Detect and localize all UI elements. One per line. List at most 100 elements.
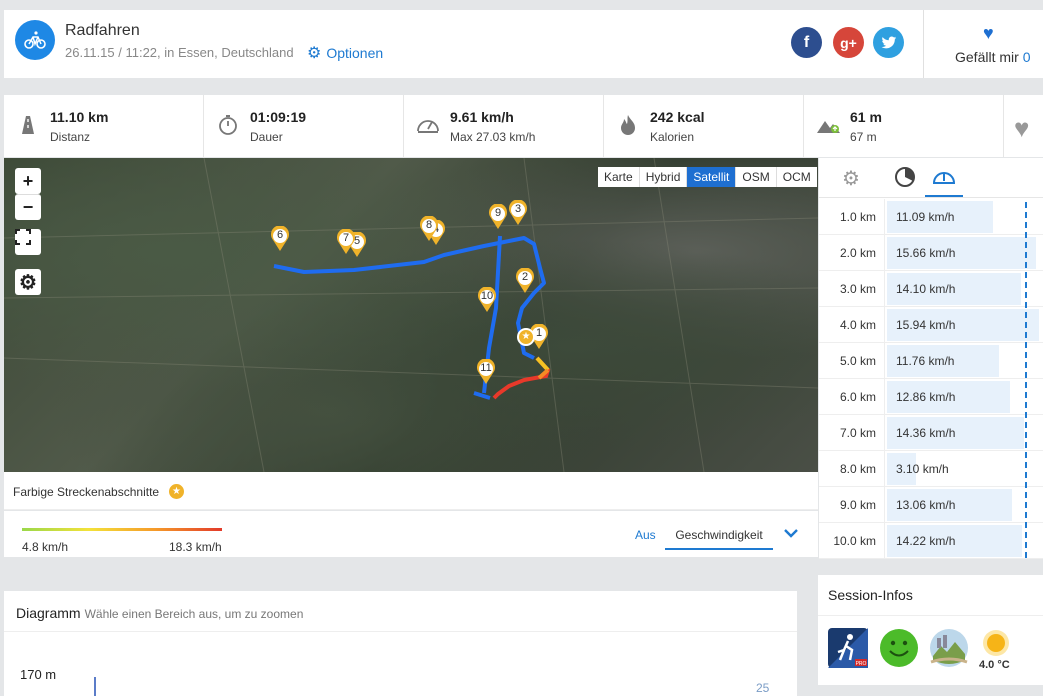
route-map[interactable]: 1234567891011 ★ + − ⚙ Karte Hybrid Satel… <box>4 158 818 472</box>
splits-tabs: ⚙ <box>819 158 1043 198</box>
pace-tab-icon[interactable] <box>894 166 916 194</box>
split-row[interactable]: 8.0 km 3.10 km/h <box>819 451 1043 487</box>
facebook-share-button[interactable]: f <box>791 27 822 58</box>
stat-label: Kalorien <box>650 130 695 144</box>
mood-happy-icon <box>879 628 919 668</box>
stat-value: 242 kcal <box>650 109 705 125</box>
svg-text:PRO: PRO <box>856 661 867 667</box>
options-label: Optionen <box>326 45 384 61</box>
googleplus-icon: g+ <box>840 34 857 51</box>
average-speed-line <box>1025 202 1027 558</box>
splits-panel: ⚙ 1.0 km 11.09 km/h 2.0 km 15.66 km/h 3.0 km… <box>819 158 1043 559</box>
stat-calories: 242 kcal Kalorien <box>604 95 804 157</box>
session-title: Session-Infos <box>828 587 913 603</box>
map-marker-6[interactable]: 6 <box>270 226 290 252</box>
layer-ocm[interactable]: OCM <box>777 167 817 187</box>
session-infos: Session-Infos PRO 4.0 °C <box>818 575 1043 685</box>
flame-icon <box>616 114 640 138</box>
options-button[interactable]: ⚙ Optionen <box>307 43 383 63</box>
stat-value: 11.10 km <box>50 109 109 125</box>
heart-icon[interactable]: ♥ <box>983 23 994 44</box>
diagram-separator <box>4 631 797 632</box>
split-distance: 6.0 km <box>819 379 885 415</box>
map-layer-switcher: Karte Hybrid Satellit OSM OCM <box>598 167 817 187</box>
split-row[interactable]: 1.0 km 11.09 km/h <box>819 199 1043 235</box>
split-distance: 2.0 km <box>819 235 885 271</box>
chevron-down-icon[interactable] <box>783 525 799 541</box>
fullscreen-button[interactable] <box>15 229 41 255</box>
map-settings-button[interactable]: ⚙ <box>15 269 41 295</box>
gear-icon: ⚙ <box>307 45 322 62</box>
map-marker-10[interactable]: 10 <box>477 287 497 313</box>
googleplus-share-button[interactable]: g+ <box>833 27 864 58</box>
heart-icon[interactable]: ♥ <box>1014 113 1029 144</box>
split-row[interactable]: 3.0 km 14.10 km/h <box>819 271 1043 307</box>
zoom-in-button[interactable]: + <box>15 168 41 194</box>
split-row[interactable]: 2.0 km 15.66 km/h <box>819 235 1043 271</box>
split-speed: 15.66 km/h <box>896 246 956 260</box>
color-mode-select[interactable]: Geschwindigkeit <box>665 522 773 550</box>
split-row[interactable]: 9.0 km 13.06 km/h <box>819 487 1043 523</box>
split-row[interactable]: 5.0 km 11.76 km/h <box>819 343 1043 379</box>
elevation-diagram[interactable]: Diagramm Wähle einen Bereich aus, um zu z… <box>4 591 797 696</box>
zoom-in-label: + <box>22 170 34 191</box>
stat-value: 9.61 km/h <box>450 109 514 125</box>
split-row[interactable]: 10.0 km 14.22 km/h <box>819 523 1043 559</box>
road-icon <box>16 114 40 138</box>
split-speed: 11.76 km/h <box>896 354 955 368</box>
facebook-icon: f <box>803 33 810 51</box>
split-distance: 7.0 km <box>819 415 885 451</box>
like-label: Gefällt mir <box>955 49 1019 65</box>
speedometer-icon <box>416 114 440 138</box>
settings-tab-icon[interactable]: ⚙ <box>842 166 860 191</box>
app-logo-icon: PRO <box>828 628 868 668</box>
map-marker-label: 10 <box>480 290 494 302</box>
speed-min-label: 4.8 km/h <box>22 540 69 554</box>
map-marker-2[interactable]: 2 <box>515 268 535 294</box>
diagram-y-left-label: 170 m <box>20 667 57 682</box>
map-marker-label: 3 <box>514 203 522 215</box>
sun-weather-icon <box>981 628 1011 658</box>
layer-satellit[interactable]: Satellit <box>687 167 737 187</box>
start-marker[interactable]: ★ <box>517 328 535 346</box>
layer-osm[interactable]: OSM <box>736 167 777 187</box>
map-marker-8[interactable]: 8 <box>419 216 439 242</box>
map-marker-label: 7 <box>342 232 350 244</box>
stat-label: Distanz <box>50 130 91 144</box>
twitter-share-button[interactable] <box>873 27 904 58</box>
split-row[interactable]: 7.0 km 14.36 km/h <box>819 415 1043 451</box>
split-speed: 14.10 km/h <box>896 282 956 296</box>
stat-label: Max 27.03 km/h <box>450 130 536 144</box>
map-marker-label: 11 <box>480 362 492 374</box>
split-speed: 15.94 km/h <box>896 318 956 332</box>
star-icon: ★ <box>169 484 184 499</box>
zoom-out-label: − <box>22 197 34 217</box>
route-line <box>473 391 491 400</box>
map-marker-9[interactable]: 9 <box>488 204 508 230</box>
map-marker-3[interactable]: 3 <box>508 200 528 226</box>
diagram-title: Diagramm Wähle einen Bereich aus, um zu z… <box>16 605 303 621</box>
stat-duration: 01:09:19 Dauer <box>204 95 404 157</box>
colors-off-button[interactable]: Aus <box>635 528 656 542</box>
split-speed: 3.10 km/h <box>896 462 949 476</box>
map-marker-label: 6 <box>276 229 284 241</box>
mountain-icon <box>816 114 840 138</box>
map-marker-label: 2 <box>521 271 529 283</box>
layer-karte[interactable]: Karte <box>598 167 640 187</box>
split-distance: 5.0 km <box>819 343 885 379</box>
split-distance: 10.0 km <box>819 523 885 559</box>
split-row[interactable]: 6.0 km 12.86 km/h <box>819 379 1043 415</box>
zoom-out-button[interactable]: − <box>15 194 41 220</box>
split-speed: 12.86 km/h <box>896 390 956 404</box>
like-button[interactable]: Gefällt mir 0 <box>955 49 1031 65</box>
split-speed: 13.06 km/h <box>896 498 956 512</box>
layer-hybrid[interactable]: Hybrid <box>640 167 688 187</box>
split-row[interactable]: 4.0 km 15.94 km/h <box>819 307 1043 343</box>
map-marker-label: 9 <box>494 207 502 219</box>
twitter-bird-icon <box>881 36 896 48</box>
map-marker-7[interactable]: 7 <box>336 229 356 255</box>
split-distance: 9.0 km <box>819 487 885 523</box>
diagram-hint: Wähle einen Bereich aus, um zu zoomen <box>84 607 304 621</box>
map-marker-11[interactable]: 11 <box>476 359 496 385</box>
speed-tab-icon[interactable] <box>932 166 956 194</box>
